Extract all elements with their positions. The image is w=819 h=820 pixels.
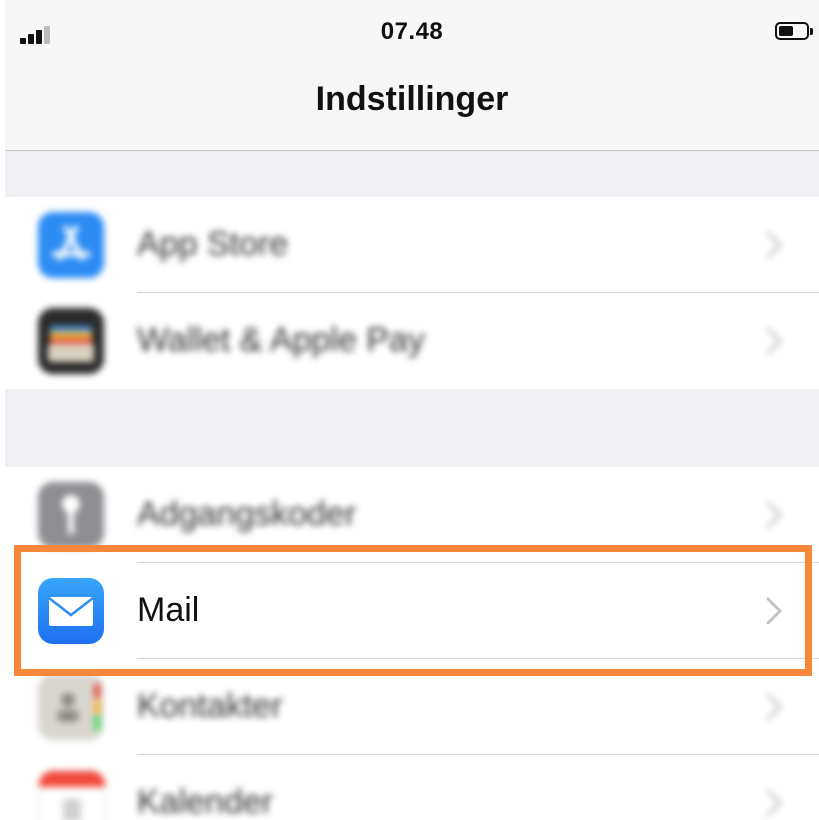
- chevron-right-icon: [766, 231, 783, 259]
- calendar-icon: [38, 770, 106, 820]
- chevron-right-icon: [766, 327, 783, 355]
- settings-row-label: Adgangskoder: [137, 495, 357, 533]
- mail-row-highlight: [14, 545, 812, 676]
- chevron-right-icon: [766, 693, 783, 721]
- settings-screen: 07.48 Indstillinger App Store Wallet & A…: [5, 0, 819, 820]
- settings-row-label: Kontakter: [137, 687, 283, 725]
- battery-icon: [775, 22, 813, 40]
- chevron-right-icon: [766, 789, 783, 817]
- settings-row-app-store[interactable]: App Store: [5, 197, 819, 293]
- status-time: 07.48: [380, 18, 444, 45]
- group-gap: [5, 389, 819, 467]
- settings-row-label: Kalender: [137, 783, 274, 820]
- settings-row-label: Wallet & Apple Pay: [137, 321, 425, 359]
- contacts-icon: [38, 674, 104, 740]
- settings-row-calendar[interactable]: Kalender: [5, 755, 819, 820]
- settings-row-wallet[interactable]: Wallet & Apple Pay: [5, 293, 819, 389]
- app-store-icon: [38, 212, 104, 278]
- settings-row-label: App Store: [137, 225, 289, 263]
- top-bar: 07.48 Indstillinger: [5, 0, 819, 151]
- chevron-right-icon: [766, 501, 783, 529]
- group-gap: [5, 151, 819, 197]
- key-icon: [38, 482, 104, 548]
- page-title: Indstillinger: [315, 80, 509, 118]
- wallet-icon: [38, 308, 104, 374]
